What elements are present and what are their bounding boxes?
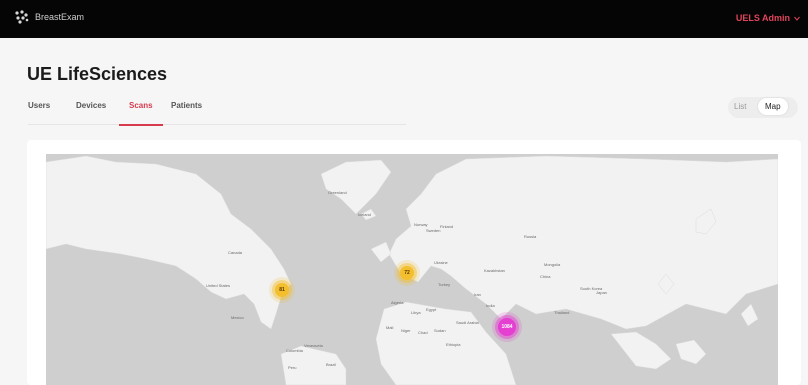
map-place-label: Greenland: [328, 190, 347, 195]
map-place-label: Ukraine: [434, 260, 449, 265]
brand-name: BreastExam: [35, 12, 85, 22]
map-place-label: India: [486, 303, 495, 308]
map-cluster-marker[interactable]: 72: [400, 266, 414, 280]
map-place-label: Chad: [418, 330, 428, 335]
brand[interactable]: BreastExam: [14, 10, 84, 24]
tab-scans[interactable]: Scans: [129, 101, 153, 110]
map-place-label: Venezuela: [304, 343, 323, 348]
map-place-label: Mali: [386, 325, 393, 330]
map-place-label: United States: [206, 283, 230, 288]
map-place-label: Peru: [288, 365, 296, 370]
active-tab-indicator: [119, 124, 163, 126]
user-menu[interactable]: UELS Admin: [736, 13, 800, 23]
page-title: UE LifeSciences: [27, 64, 168, 84]
map-cluster-marker[interactable]: 1084: [498, 318, 516, 336]
map-place-label: Algeria: [391, 300, 404, 305]
chevron-down-icon: [794, 13, 800, 23]
tab-bar: Users Devices Scans Patients: [28, 98, 406, 125]
map-place-label: Russia: [524, 234, 537, 239]
map-view-button[interactable]: Map: [758, 98, 788, 115]
tab-users[interactable]: Users: [28, 101, 50, 110]
map-place-label: Canada: [228, 250, 243, 255]
map-place-label: China: [540, 274, 551, 279]
top-bar: BreastExam UELS Admin: [0, 0, 808, 38]
map-place-label: Ethiopia: [446, 342, 461, 347]
map-place-label: Mexico: [231, 315, 244, 320]
map-place-label: Finland: [440, 224, 453, 229]
map-place-label: Turkey: [438, 282, 450, 287]
map-place-label: Libya: [411, 310, 421, 315]
tab-patients[interactable]: Patients: [171, 101, 202, 110]
map-place-label: Mongolia: [544, 262, 561, 267]
map-place-label: Brazil: [326, 362, 336, 367]
map-place-label: Norway: [414, 222, 428, 227]
map-place-label: Sudan: [434, 328, 446, 333]
map-place-label: Egypt: [426, 307, 437, 312]
map-place-label: Sweden: [426, 228, 440, 233]
map-place-label: Saudi Arabia: [456, 320, 479, 325]
list-view-button[interactable]: List: [734, 102, 746, 111]
map-place-label: Iceland: [358, 212, 371, 217]
logo-icon: [14, 10, 30, 24]
map-place-label: South Korea: [580, 286, 603, 291]
map-place-label: Kazakhstan: [484, 268, 505, 273]
map-place-label: Iran: [474, 292, 481, 297]
map-place-label: Niger: [401, 328, 411, 333]
view-toggle: List Map: [728, 97, 798, 118]
map-cluster-marker[interactable]: 81: [275, 283, 289, 297]
map-place-label: Thailand: [554, 310, 569, 315]
tab-devices[interactable]: Devices: [76, 101, 106, 110]
map-place-label: Colombia: [286, 348, 304, 353]
world-map[interactable]: Greenland Iceland Canada United States M…: [46, 154, 778, 385]
user-menu-label: UELS Admin: [735, 13, 790, 23]
